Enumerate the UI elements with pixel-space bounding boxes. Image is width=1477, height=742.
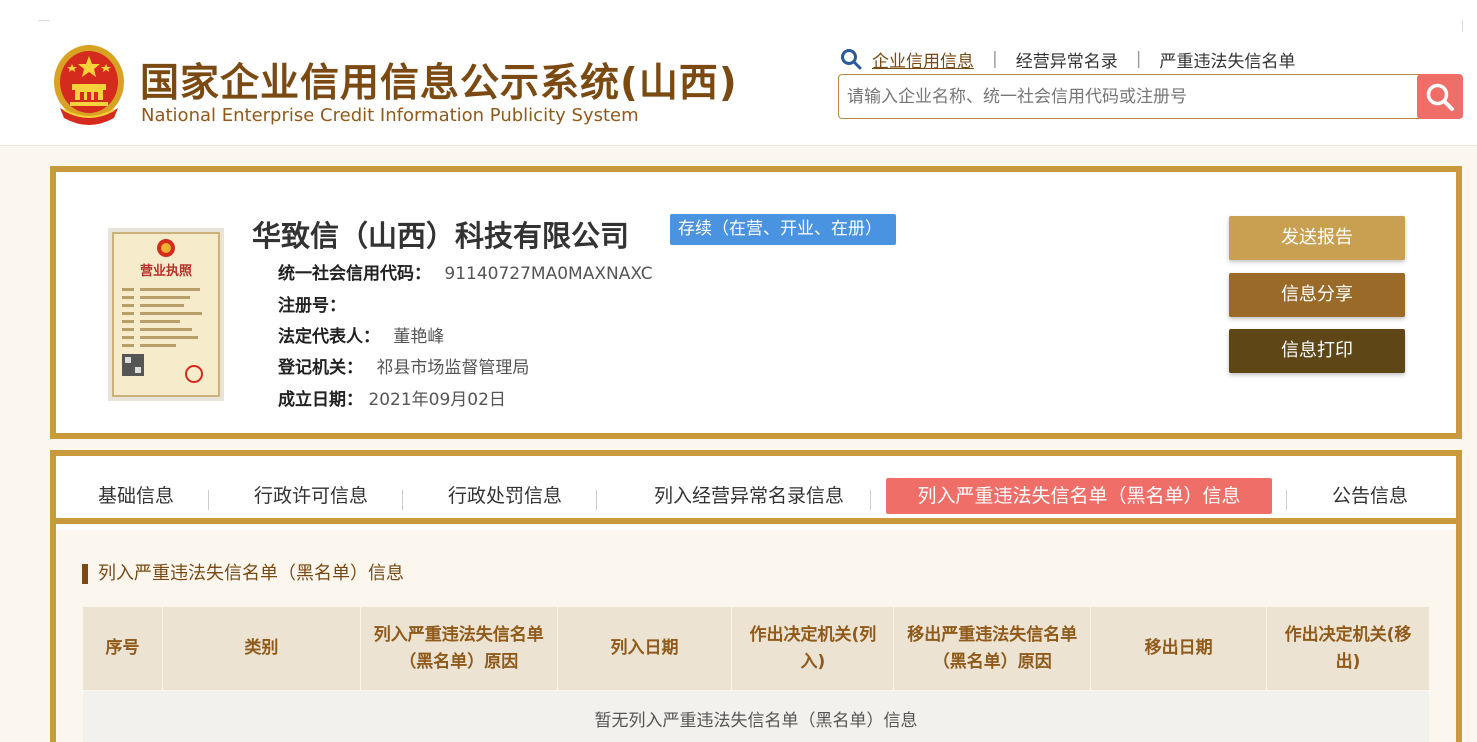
field-value: 91140727MA0MAXNAXC [444,264,653,284]
tab-content: 列入严重违法失信名单（黑名单）信息 序号 类别 列入严重违法失信名单（黑名单）原… [56,530,1456,742]
table-row: 暂无列入严重违法失信名单（黑名单）信息 [82,690,1430,742]
search-icon [841,49,862,70]
empty-message: 暂无列入严重违法失信名单（黑名单）信息 [82,690,1430,742]
search-icon [1426,83,1454,111]
info-row-reg-number: 注册号： [278,291,346,316]
site-subtitle: National Enterprise Credit Information P… [141,105,639,126]
nav-separator: | [992,49,998,69]
field-label: 统一社会信用代码： [278,264,431,284]
status-badge: 存续（在营、开业、在册） [670,214,896,245]
info-row-founded: 成立日期： 2021年09月02日 [278,385,506,410]
nav-link-abnormal-list[interactable]: 经营异常名录 [1016,47,1118,72]
field-label: 注册号： [278,296,346,316]
send-report-button[interactable]: 发送报告 [1229,216,1405,260]
column-header: 移出日期 [1090,606,1268,691]
site-title: 国家企业信用信息公示系统(山西) [140,61,738,106]
tab-admin-license[interactable]: 行政许可信息 [236,478,386,514]
header-decoration [1462,20,1463,32]
info-row-credit-code: 统一社会信用代码： 91140727MA0MAXNAXC [278,259,653,284]
search-button[interactable] [1417,74,1463,119]
tab-bar: 基础信息 行政许可信息 行政处罚信息 列入经营异常名录信息 列入严重违法失信名单… [56,456,1456,524]
nav-separator: | [1135,49,1142,69]
national-emblem-icon [54,45,124,125]
blacklist-table: 序号 类别 列入严重违法失信名单（黑名单）原因 列入日期 作出决定机关(列入) … [82,606,1430,742]
field-label: 成立日期： [278,390,363,410]
field-value: 董艳峰 [393,327,445,347]
column-header: 列入日期 [556,606,733,691]
table-header-row: 序号 类别 列入严重违法失信名单（黑名单）原因 列入日期 作出决定机关(列入) … [82,606,1430,691]
tab-abnormal-list[interactable]: 列入经营异常名录信息 [624,478,874,514]
tab-separator [1286,490,1287,510]
print-button[interactable]: 信息打印 [1229,329,1405,373]
field-value: 祁县市场监督管理局 [376,358,530,378]
detail-panel: 基础信息 行政许可信息 行政处罚信息 列入经营异常名录信息 列入严重违法失信名单… [50,450,1462,742]
nav-link-blacklist[interactable]: 严重违法失信名单 [1159,47,1295,72]
tab-blacklist[interactable]: 列入严重违法失信名单（黑名单）信息 [886,478,1272,514]
license-text: 营业执照 [140,263,192,279]
tab-separator [870,490,871,510]
field-value: 2021年09月02日 [368,390,506,410]
column-header: 作出决定机关(列入) [731,606,895,691]
search-bar [838,74,1463,119]
share-button[interactable]: 信息分享 [1229,273,1405,317]
field-label: 登记机关： [278,358,363,378]
tab-announcements[interactable]: 公告信息 [1310,478,1430,514]
tab-separator [402,490,403,510]
column-header: 类别 [161,606,361,691]
nav-link-credit-info[interactable]: 企业信用信息 [872,47,974,72]
tab-separator [596,490,597,510]
tab-separator [208,490,209,510]
column-header: 列入严重违法失信名单（黑名单）原因 [359,606,558,691]
site-header: 国家企业信用信息公示系统(山西) National Enterprise Cre… [0,0,1477,146]
business-license-image[interactable]: 营业执照 [108,228,224,401]
company-card: 营业执照 华致信（山西）科技有限公司 存续（在营、开业、在册） 统一社会信用代码… [50,166,1462,439]
tab-admin-penalty[interactable]: 行政处罚信息 [430,478,580,514]
header-decoration [38,20,50,21]
info-row-authority: 登记机关： 祁县市场监督管理局 [278,353,529,378]
top-nav: 企业信用信息 | 经营异常名录 | 严重违法失信名单 [840,47,1295,72]
section-title: 列入严重违法失信名单（黑名单）信息 [82,564,404,584]
search-input[interactable] [847,81,1407,112]
field-label: 法定代表人： [278,327,380,347]
column-header: 作出决定机关(移出) [1266,606,1430,691]
company-name: 华致信（山西）科技有限公司 [252,219,630,253]
info-row-legal-rep: 法定代表人： 董艳峰 [278,322,444,347]
column-header: 移出严重违法失信名单（黑名单）原因 [893,606,1092,691]
column-header: 序号 [82,606,163,691]
tab-basic-info[interactable]: 基础信息 [80,478,192,514]
